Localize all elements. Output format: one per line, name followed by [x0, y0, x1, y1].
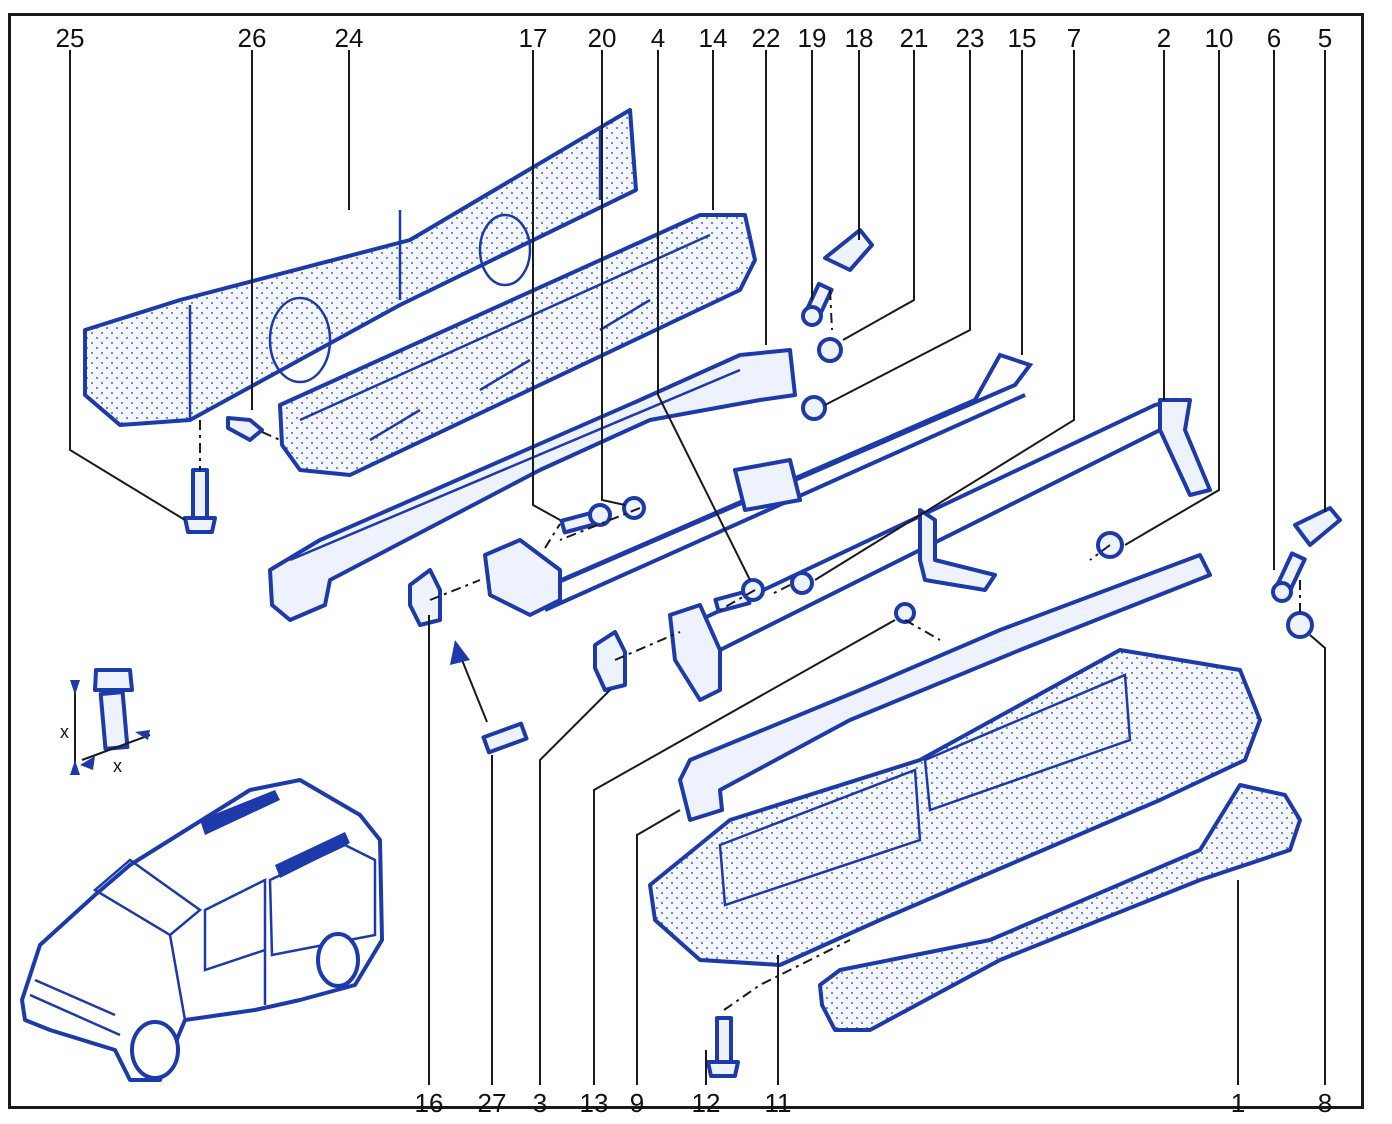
callout-18: 18	[844, 23, 874, 53]
callout-13: 13	[579, 1088, 609, 1118]
callout-3: 3	[532, 1088, 548, 1118]
callout-8: 8	[1317, 1088, 1333, 1118]
callout-1: 1	[1230, 1088, 1246, 1118]
part-17-bolt	[559, 503, 612, 535]
callout-17: 17	[518, 23, 548, 53]
callout-5: 5	[1317, 23, 1333, 53]
callout-10: 10	[1204, 23, 1234, 53]
part-9-lower-tray	[648, 648, 1262, 967]
dimension-label-horizontal: x	[113, 756, 122, 776]
part-13-stud	[894, 602, 916, 624]
callout-16: 16	[414, 1088, 444, 1118]
part-7-nut	[790, 571, 814, 595]
exploded-parts-diagram: x x	[20, 50, 1342, 1085]
callout-27: 27	[477, 1088, 507, 1118]
part-6-bolt	[1271, 551, 1307, 603]
part-20-nut	[622, 496, 646, 520]
dimension-label-vertical: x	[60, 722, 69, 742]
callout-12: 12	[691, 1088, 721, 1118]
callout-19: 19	[797, 23, 827, 53]
callout-26: 26	[237, 23, 267, 53]
callout-22: 22	[751, 23, 781, 53]
part-5-bracket	[1293, 506, 1342, 547]
dimension-inset	[70, 668, 151, 775]
callout-21: 21	[899, 23, 929, 53]
callout-6: 6	[1266, 23, 1282, 53]
callout-20: 20	[587, 23, 617, 53]
part-19-bolt	[801, 281, 834, 327]
callout-23: 23	[955, 23, 985, 53]
part-3-clip	[593, 630, 627, 692]
part-21-nut	[817, 337, 843, 363]
part-25-bolt	[183, 468, 217, 534]
callout-15: 15	[1007, 23, 1037, 53]
callout-4: 4	[650, 23, 666, 53]
callout-7: 7	[1066, 23, 1082, 53]
part-27-plug	[481, 721, 529, 755]
part-23-nut	[801, 395, 827, 421]
part-26-clip	[226, 416, 264, 442]
part-4-bolt	[713, 578, 765, 614]
callout-24: 24	[334, 23, 364, 53]
callout-2: 2	[1156, 23, 1172, 53]
vehicle-thumbnail	[20, 778, 384, 1082]
part-8-nut	[1286, 611, 1314, 639]
callout-25: 25	[55, 23, 85, 53]
part-18-bracket	[823, 228, 874, 272]
part-12-bolt	[706, 1016, 740, 1078]
callout-9: 9	[629, 1088, 645, 1118]
callout-14: 14	[698, 23, 728, 53]
callout-11: 11	[764, 1088, 792, 1118]
